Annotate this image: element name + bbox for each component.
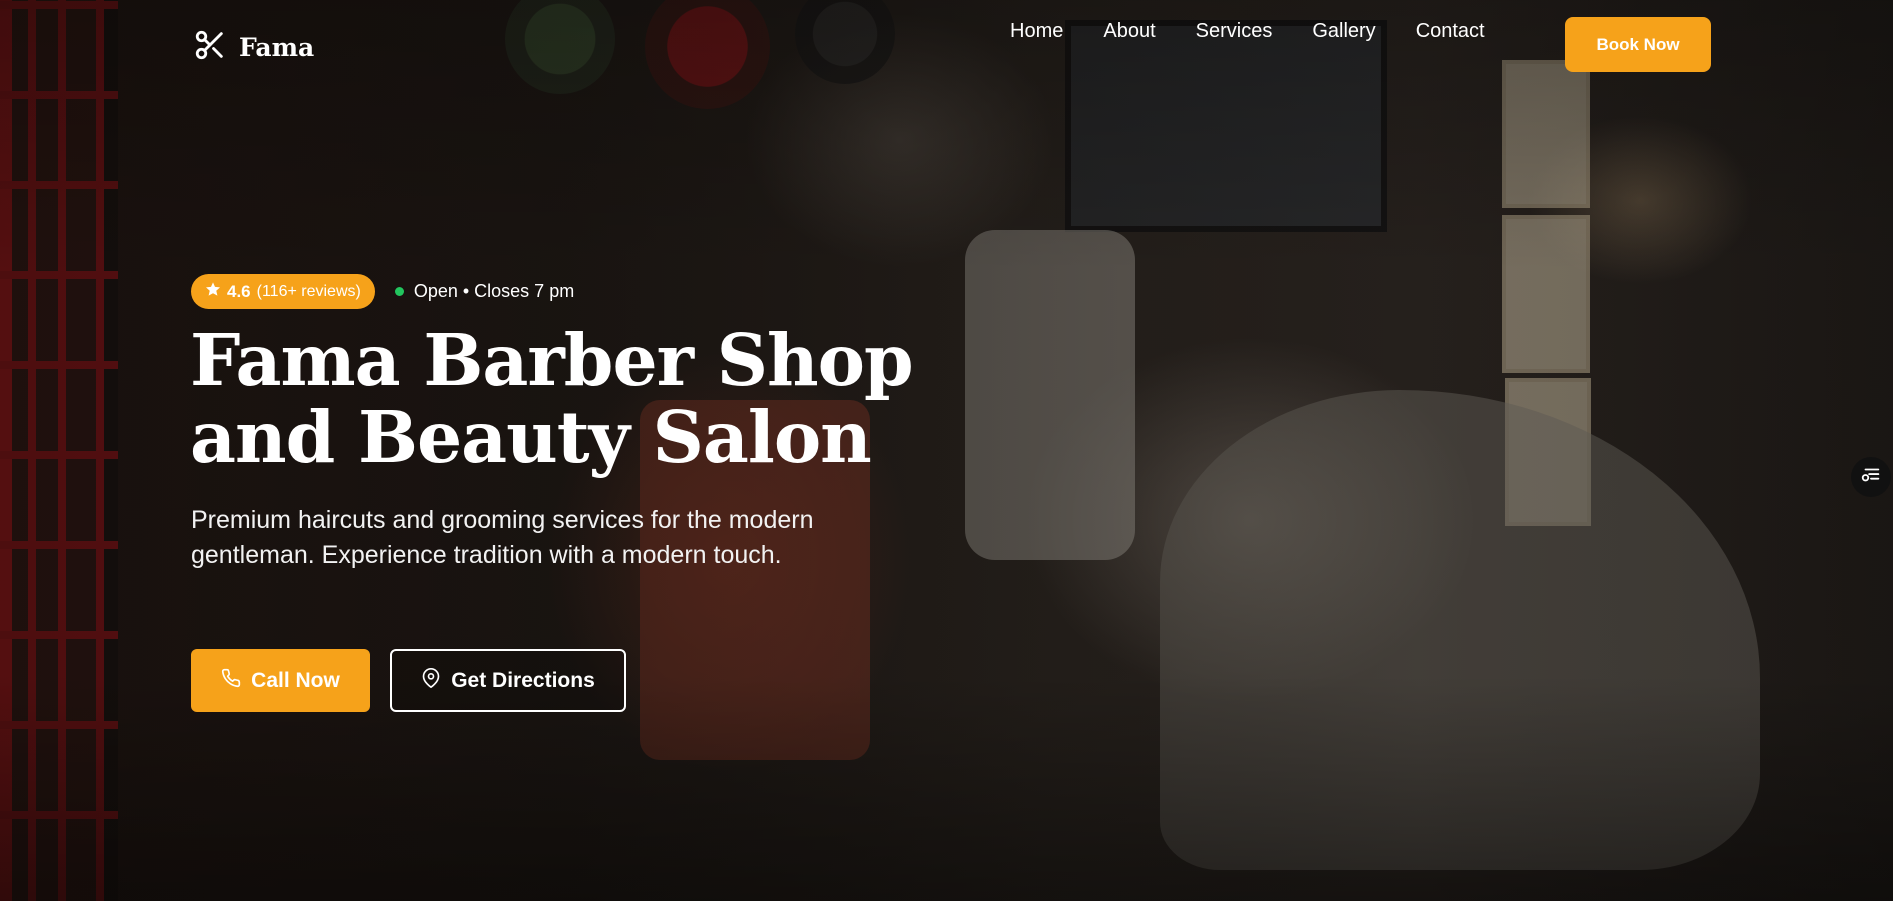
get-directions-label: Get Directions (451, 668, 595, 692)
nav-link-home[interactable]: Home (1010, 20, 1063, 43)
hero-subtitle: Premium haircuts and grooming services f… (191, 506, 814, 569)
nav-link-gallery[interactable]: Gallery (1312, 20, 1375, 43)
nav-link-about[interactable]: About (1103, 20, 1155, 43)
brand-logo[interactable]: Fama (193, 28, 314, 66)
get-directions-button[interactable]: Get Directions (390, 649, 626, 712)
call-now-button[interactable]: Call Now (191, 649, 370, 712)
accessibility-fab[interactable] (1851, 457, 1891, 497)
scissors-icon (193, 28, 227, 66)
book-now-button[interactable]: Book Now (1565, 17, 1711, 72)
status-text: Open • Closes 7 pm (413, 281, 575, 301)
main-nav: Home About Services Gallery Contact (1010, 20, 1485, 43)
nav-link-services[interactable]: Services (1196, 20, 1273, 43)
open-status: Open • Closes 7 pm (394, 281, 575, 302)
map-pin-icon (421, 667, 441, 694)
brand-name: Fama (239, 32, 315, 62)
phone-icon (221, 668, 241, 694)
rating-value: 4.6 (227, 281, 251, 301)
nav-link-contact[interactable]: Contact (1416, 20, 1485, 43)
hero-badges: 4.6 (116+ reviews) Open • Closes 7 pm (191, 274, 574, 309)
status-dot (394, 287, 404, 296)
rating-badge: 4.6 (116+ reviews) (191, 274, 375, 309)
call-now-label: Call Now (251, 668, 340, 692)
hero-title: Fama Barber Shop and Beauty Salon (190, 318, 914, 479)
filter-icon (1860, 464, 1882, 490)
rating-reviews: (116+ reviews) (256, 282, 361, 300)
star-icon (205, 281, 221, 302)
